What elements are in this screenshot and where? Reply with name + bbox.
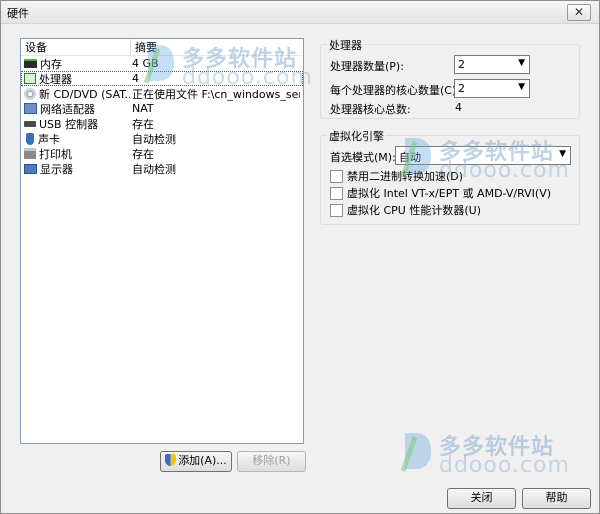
processors-group-title: 处理器 [327,37,364,53]
virtualization-group-title: 虚拟化引擎 [327,128,386,144]
title-bar: 硬件 ✕ [1,1,599,24]
watermark-en-text: ddooo.com [182,65,313,90]
device-row-sound-card[interactable]: 声卡 自动检测 [21,131,303,146]
virtualize-vtx-option[interactable]: 虚拟化 Intel VT-x/EPT 或 AMD-V/RVI(V) [330,185,551,201]
close-button[interactable]: 关闭 [447,488,516,509]
watermark-d-icon [401,433,431,472]
device-row-network-adapter[interactable]: 网络适配器 NAT [21,101,303,116]
total-cores-label: 处理器核心总数: [330,103,411,116]
network-adapter-icon [24,103,37,114]
device-summary: NAT [132,102,154,115]
device-row-usb-controller[interactable]: USB 控制器 存在 [21,116,303,131]
printer-icon [24,148,36,159]
add-device-button[interactable]: 添加(A)... [160,451,232,472]
virtualize-cpu-counters-checkbox[interactable] [330,203,343,217]
chevron-down-icon: ▼ [518,58,525,68]
watermark-en-text: ddooo.com [439,453,570,478]
device-summary: 自动检测 [132,132,176,146]
add-device-label: 添加(A)... [178,454,227,467]
chevron-down-icon: ▼ [518,82,525,92]
virtualize-cpu-counters-label: 虚拟化 CPU 性能计数器(U) [347,204,481,217]
usb-controller-icon [24,120,36,127]
device-summary: 存在 [132,117,154,131]
device-row-printer[interactable]: 打印机 存在 [21,146,303,161]
cores-per-processor-label: 每个处理器的核心数量(C): [330,84,460,97]
device-name: 内存 [40,57,62,71]
device-summary: 存在 [132,147,154,161]
hardware-dialog: 硬件 ✕ 设备 摘要 内存 4 GB 处理器 4 新 CD/DVD (SAT..… [0,0,600,514]
device-name: 声卡 [38,132,60,146]
cores-per-processor-value: 2 [458,82,465,95]
window-title: 硬件 [7,7,29,20]
close-window-button[interactable]: ✕ [567,4,591,21]
memory-icon [24,59,37,68]
preferred-mode-label: 首选模式(M): [330,151,396,164]
device-name: 新 CD/DVD (SAT... [39,87,130,101]
cores-per-processor-select[interactable]: 2 ▼ [454,79,530,98]
device-name: 打印机 [39,147,72,161]
device-row-display[interactable]: 显示器 自动检测 [21,161,303,176]
watermark-d-icon [401,138,431,177]
watermark-logo: 多多软件站 ddooo.com [144,41,312,91]
processor-count-select[interactable]: 2 ▼ [454,55,530,74]
help-button[interactable]: 帮助 [522,488,591,509]
virtualize-vtx-checkbox[interactable] [330,186,343,200]
processor-count-label: 处理器数量(P): [330,60,404,73]
cd-dvd-icon [24,87,36,100]
device-name: 网络适配器 [40,102,95,116]
display-icon [24,163,37,174]
processors-group: 处理器 处理器数量(P): 2 ▼ 每个处理器的核心数量(C): 2 ▼ 处理器… [320,37,580,119]
remove-device-button[interactable]: 移除(R) [237,451,306,472]
device-summary: 自动检测 [132,162,176,176]
virtualize-vtx-label: 虚拟化 Intel VT-x/EPT 或 AMD-V/RVI(V) [347,187,552,200]
disable-binary-translation-checkbox[interactable] [330,169,343,183]
total-cores-value: 4 [455,101,462,114]
watermark-logo: 多多软件站 ddooo.com [401,134,571,184]
processor-count-value: 2 [458,58,465,71]
device-list[interactable]: 设备 摘要 内存 4 GB 处理器 4 新 CD/DVD (SAT... 正在使… [20,38,304,444]
watermark-en-text: ddooo.com [439,158,570,183]
watermark-logo: 多多软件站 ddooo.com [401,429,571,479]
column-header-device[interactable]: 设备 [21,39,131,55]
watermark-d-icon [144,45,174,84]
device-name: USB 控制器 [39,117,99,131]
device-name: 显示器 [40,162,73,176]
virtualize-cpu-counters-option[interactable]: 虚拟化 CPU 性能计数器(U) [330,202,481,218]
processor-icon [24,73,36,84]
device-name: 处理器 [39,72,72,86]
sound-card-icon [26,132,34,145]
uac-shield-icon [165,454,177,466]
